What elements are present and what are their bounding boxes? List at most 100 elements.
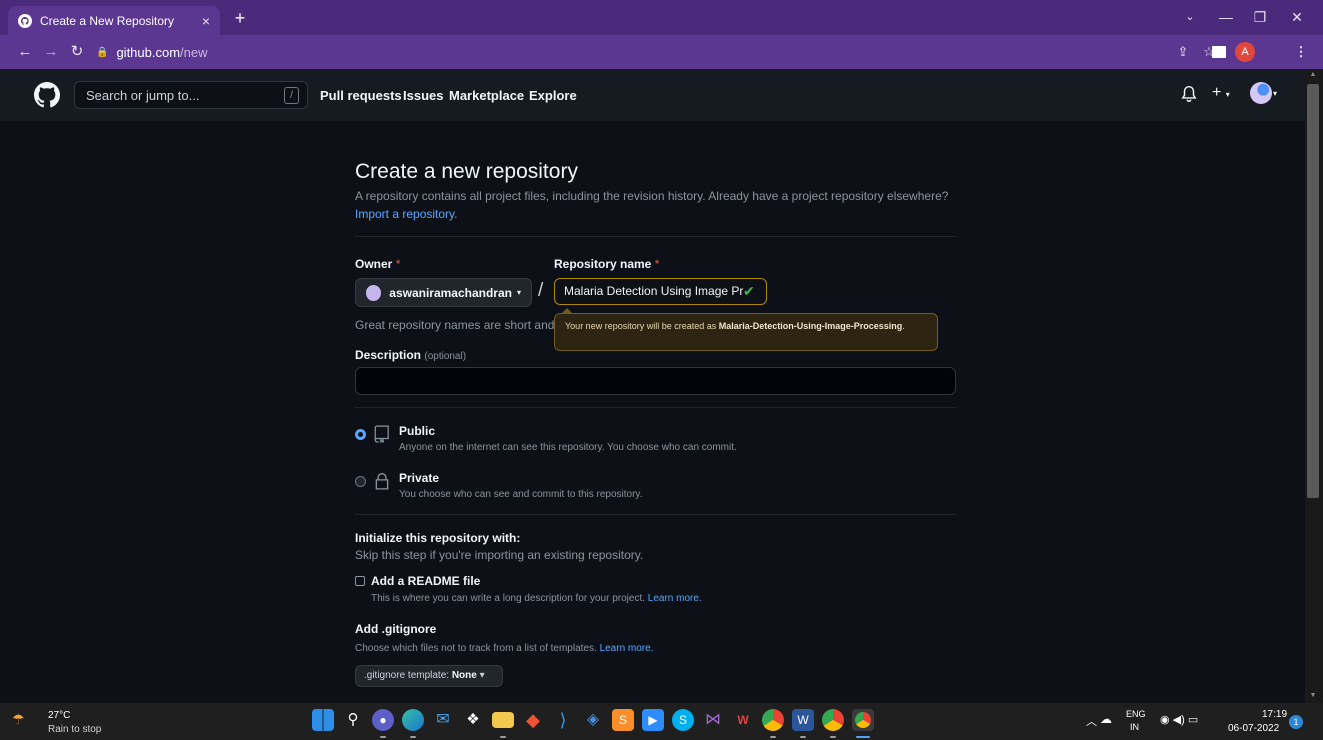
dropbox-icon[interactable]: ❖ <box>462 709 484 731</box>
menu-kebab-icon[interactable]: ⋮ <box>1290 41 1312 63</box>
side-panel-icon[interactable] <box>1212 46 1226 58</box>
public-description: Anyone on the internet can see this repo… <box>399 442 737 453</box>
sublime-icon[interactable]: S <box>612 709 634 731</box>
forward-arrow-icon[interactable]: → <box>40 41 62 63</box>
close-window-button[interactable]: ✕ <box>1283 6 1311 28</box>
repo-name-label: Repository name * <box>554 257 660 271</box>
wps-icon[interactable]: W <box>732 709 754 731</box>
url-field[interactable]: 🔒 github.com/new <box>96 41 1236 63</box>
browser-tab[interactable]: Create a New Repository × <box>8 6 220 35</box>
owner-label: Owner * <box>355 257 401 271</box>
owner-select-button[interactable]: aswaniramachandran ▾ <box>355 278 532 307</box>
readme-description: This is where you can write a long descr… <box>371 593 702 604</box>
chrome-icon[interactable] <box>762 709 784 731</box>
tab-close-icon[interactable]: × <box>202 13 210 29</box>
description-input[interactable] <box>355 367 956 395</box>
weather-condition[interactable]: Rain to stop <box>48 724 101 735</box>
nav-pull-requests[interactable]: Pull requests <box>320 88 402 103</box>
nav-explore[interactable]: Explore <box>529 88 577 103</box>
zoom-icon[interactable]: ▶ <box>642 709 664 731</box>
back-arrow-icon[interactable]: ← <box>14 41 36 63</box>
gitignore-learn-more-link[interactable]: Learn more. <box>600 643 654 654</box>
create-new-plus-icon[interactable]: + ▾ <box>1212 84 1230 102</box>
lock-private-icon <box>375 473 389 490</box>
sourcetree-icon[interactable]: ◈ <box>582 709 604 731</box>
notification-count-badge[interactable]: 1 <box>1289 715 1303 729</box>
repo-public-icon <box>374 425 389 443</box>
repo-name-hint: Great repository names are short and <box>355 318 555 332</box>
chrome-icon-2[interactable] <box>822 709 844 731</box>
gitignore-template-select[interactable]: .gitignore template: None ▾ <box>355 665 503 687</box>
private-radio[interactable] <box>355 476 366 487</box>
word-icon[interactable]: W <box>792 709 814 731</box>
notifications-bell-icon[interactable] <box>1180 85 1198 103</box>
public-radio[interactable] <box>355 429 366 440</box>
initialize-title: Initialize this repository with: <box>355 531 521 545</box>
new-tab-button[interactable]: + <box>230 8 250 28</box>
gitignore-title: Add .gitignore <box>355 622 437 636</box>
taskbar-running-indicator <box>500 736 506 738</box>
repo-name-input[interactable]: Malaria Detection Using Image Pr <box>554 278 767 305</box>
gitignore-caret-icon: ▾ <box>479 670 485 681</box>
nav-issues[interactable]: Issues <box>403 88 443 103</box>
scroll-down-arrow-icon[interactable]: ▼ <box>1309 692 1317 699</box>
readme-checkbox[interactable] <box>355 576 365 586</box>
git-icon[interactable]: ◆ <box>522 709 544 731</box>
avatar-caret-icon: ▾ <box>1273 89 1278 98</box>
tab-search-icon[interactable]: ⌄ <box>1176 6 1204 28</box>
vscode-icon[interactable]: ⟩ <box>552 709 574 731</box>
file-explorer-icon[interactable] <box>492 712 514 728</box>
taskbar-running-indicator <box>800 736 806 738</box>
divider <box>355 407 956 408</box>
nav-marketplace[interactable]: Marketplace <box>449 88 524 103</box>
skype-icon[interactable]: S <box>672 709 694 731</box>
search-shortcut-key: / <box>284 87 299 104</box>
owner-value: aswaniramachandran <box>389 285 512 300</box>
wifi-volume-battery-icons[interactable]: ◉ ◀) ▭ <box>1160 713 1198 726</box>
taskbar-running-indicator <box>410 736 416 738</box>
edge-icon[interactable] <box>402 709 424 731</box>
github-favicon-icon <box>18 13 32 28</box>
owner-avatar <box>366 284 382 301</box>
search-icon[interactable]: ⚲ <box>342 709 364 731</box>
share-icon[interactable]: ⇪ <box>1172 41 1194 63</box>
scrollbar-thumb[interactable] <box>1307 84 1319 498</box>
github-logo-icon[interactable] <box>34 82 60 108</box>
public-title: Public <box>399 424 436 438</box>
divider <box>355 514 956 515</box>
taskbar-running-indicator <box>380 736 386 738</box>
visual-studio-icon[interactable]: ⋈ <box>702 709 724 731</box>
search-placeholder: Search or jump to... <box>86 88 200 103</box>
tab-title: Create a New Repository <box>40 13 175 28</box>
search-input[interactable]: Search or jump to... / <box>74 81 308 109</box>
url-host: github.com <box>116 44 181 60</box>
initialize-subtitle: Skip this step if you're importing an ex… <box>355 548 644 562</box>
clock-date[interactable]: 06-07-2022 <box>1228 723 1279 734</box>
description-label: Description (optional) <box>355 348 467 362</box>
owner-caret-icon: ▾ <box>516 288 521 297</box>
weather-umbrella-icon[interactable]: ☂ <box>12 711 25 731</box>
tray-overflow-chevron-icon[interactable]: ︿ <box>1086 713 1097 729</box>
page-title: Create a new repository <box>355 160 578 183</box>
onedrive-sync-icon[interactable]: ☁ <box>1100 712 1112 726</box>
taskbar-running-indicator <box>770 736 776 738</box>
chat-icon[interactable]: ● <box>372 709 394 731</box>
clock-time[interactable]: 17:19 <box>1262 709 1287 720</box>
mail-icon[interactable]: ✉ <box>432 709 454 731</box>
private-description: You choose who can see and commit to thi… <box>399 489 643 500</box>
language-region[interactable]: IN <box>1130 722 1139 732</box>
restore-button[interactable]: ❐ <box>1246 6 1274 28</box>
weather-temperature[interactable]: 27°C <box>48 710 70 721</box>
taskbar-active-indicator <box>856 736 870 738</box>
language-code[interactable]: ENG <box>1126 709 1146 719</box>
readme-learn-more-link[interactable]: Learn more. <box>648 593 702 604</box>
windows-start-icon[interactable] <box>312 709 334 731</box>
import-repository-link[interactable]: Import a repository. <box>355 207 457 221</box>
readme-label[interactable]: Add a README file <box>371 574 480 588</box>
reload-icon[interactable]: ↻ <box>66 41 88 63</box>
profile-avatar[interactable]: A <box>1235 42 1255 62</box>
user-avatar[interactable] <box>1250 82 1272 104</box>
scroll-up-arrow-icon[interactable]: ▲ <box>1309 71 1317 78</box>
chrome-icon-active[interactable] <box>852 709 874 731</box>
minimize-button[interactable]: — <box>1212 6 1240 28</box>
